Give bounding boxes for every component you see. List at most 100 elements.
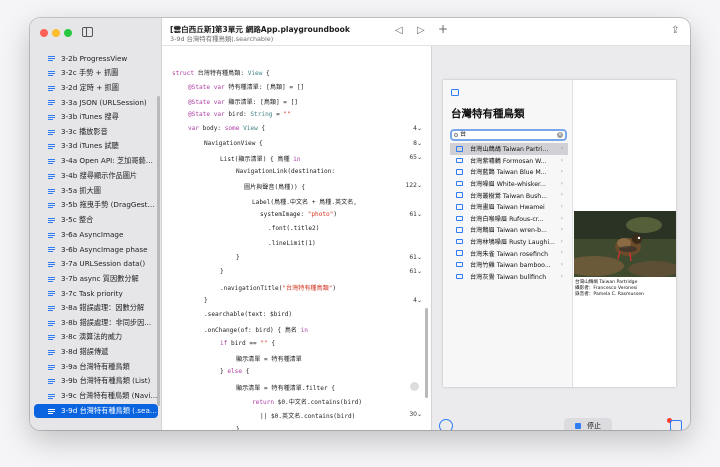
- code-line[interactable]: .onChange(of: bird) { 鳥名 in: [204, 325, 308, 339]
- page-icon: [48, 98, 55, 106]
- sidebar-item[interactable]: 3-9d 台灣特有種鳥類 (.sear...: [34, 403, 158, 419]
- sidebar-item[interactable]: 3-6b AsyncImage phase: [34, 242, 158, 257]
- stop-button[interactable]: 停止: [564, 418, 612, 430]
- code-line[interactable]: List(顯示清單) { 鳥種 in: [220, 154, 301, 168]
- sidebar-item[interactable]: 3-8a 錯誤處理：因數分解: [34, 301, 158, 316]
- sidebar-item[interactable]: 3-7a URLSession data(): [34, 257, 158, 272]
- sidebar-item[interactable]: 3-6a AsyncImage: [34, 227, 158, 242]
- code-line[interactable]: 顯示清單 = 特有種清單: [236, 354, 302, 368]
- result-badge[interactable]: 30⌄: [409, 411, 422, 418]
- gauge-icon[interactable]: [439, 419, 453, 430]
- result-badge[interactable]: 61⌄: [409, 268, 422, 275]
- code-line[interactable]: struct 台灣特有種鳥類: View {: [172, 68, 270, 82]
- code-line[interactable]: NavigationView {: [204, 140, 263, 154]
- bird-list-item[interactable]: 台灣灰鷽 Taiwan bullfinch ›: [450, 271, 568, 283]
- bird-list-item[interactable]: 台灣噪眉 White-whisker... ›: [450, 178, 568, 190]
- code-line[interactable]: var body: some View {: [188, 125, 265, 139]
- search-field[interactable]: 台 ×: [450, 129, 567, 141]
- sidebar-list: 3-2b ProgressView 3-2c 手勢 + 抓圖 3-2d 定時 + 抓…: [34, 51, 158, 419]
- live-preview: 台灣特有種鳥類 台 × 台灣山鷓鴣 Taiwan Partri... › 台灣紫嘯鶇…: [431, 46, 690, 430]
- sidebar-item[interactable]: 3-5b 拖曳手勢 (DragGesture): [34, 198, 158, 213]
- sidebar-item[interactable]: 3-9b 台灣特有種鳥類 (List): [34, 374, 158, 389]
- sidebar-item[interactable]: 3-7b async 質因數分解: [34, 271, 158, 286]
- page-icon: [48, 187, 55, 195]
- bird-list-item[interactable]: 台灣鷦眉 Taiwan wren-b... ›: [450, 224, 568, 236]
- sidebar-item[interactable]: 3-8c 演算法的威力: [34, 330, 158, 345]
- code-line[interactable]: }: [220, 268, 224, 282]
- sidebar-item[interactable]: 3-2d 定時 + 抓圖: [34, 80, 158, 95]
- photo-icon: [456, 180, 463, 187]
- sidebar-item[interactable]: 3-4a Open API: 芝加哥藝術...: [34, 154, 158, 169]
- code-line[interactable]: || $0.英文名.contains(bird): [260, 411, 355, 425]
- bird-list-item[interactable]: 台灣紫嘯鶇 Formosan W... ›: [450, 155, 568, 167]
- back-icon[interactable]: ◁: [395, 26, 403, 36]
- code-line[interactable]: return $0.中文名.contains(bird): [252, 397, 362, 411]
- sidebar-item[interactable]: 3-3d iTunes 試聽: [34, 139, 158, 154]
- code-line[interactable]: .lineLimit(1): [268, 240, 316, 254]
- editor-scrollbar[interactable]: [425, 308, 428, 398]
- bird-list-item[interactable]: 台灣朱雀 Taiwan rosefinch ›: [450, 247, 568, 259]
- code-line[interactable]: @State var 顯示清單: [鳥類] = []: [188, 97, 298, 111]
- sidebar-item[interactable]: 3-9a 台灣特有種鳥類: [34, 359, 158, 374]
- bird-list-item[interactable]: 台灣藍鵲 Taiwan Blue M... ›: [450, 166, 568, 178]
- preview-sidebar-toggle-icon[interactable]: [451, 89, 459, 96]
- bird-list-item[interactable]: 台灣竹雞 Taiwan bamboo... ›: [450, 259, 568, 271]
- code-line[interactable]: } else {: [220, 368, 249, 382]
- sidebar-item[interactable]: 3-9c 台灣特有種鳥類 (Navi...: [34, 389, 158, 404]
- code-line[interactable]: systemImage: "photo"): [260, 211, 337, 225]
- result-badge[interactable]: 122⌄: [406, 182, 422, 189]
- bird-name: 台灣白喉噪眉 Rufous-cr...: [470, 215, 544, 223]
- sidebar-item[interactable]: 3-8b 錯誤處理：非同步因...: [34, 315, 158, 330]
- share-icon[interactable]: ⇪: [671, 26, 679, 36]
- code-line[interactable]: @State var bird: String = "": [188, 111, 291, 125]
- code-line[interactable]: .navigationTitle("台灣特有種鳥類"): [220, 283, 336, 297]
- code-line[interactable]: NavigationLink(destination:: [236, 168, 335, 182]
- play-icon[interactable]: ▷: [417, 26, 425, 36]
- sidebar-item[interactable]: 3-5a 抓大圖: [34, 183, 158, 198]
- chevron-right-icon: ›: [560, 191, 563, 199]
- code-line[interactable]: if bird == "" {: [220, 340, 275, 354]
- bird-list-item[interactable]: 台灣林鴝噪眉 Rusty Laughi... ›: [450, 236, 568, 248]
- zoom-window-button[interactable]: [64, 29, 72, 37]
- result-badge[interactable]: 4⌄: [413, 297, 422, 304]
- sidebar-item[interactable]: 3-2c 手勢 + 抓圖: [34, 66, 158, 81]
- result-badge[interactable]: 65⌄: [409, 154, 422, 161]
- sidebar-scrollbar[interactable]: [157, 96, 160, 406]
- result-badge[interactable]: 61⌄: [409, 211, 422, 218]
- code-line[interactable]: }: [236, 426, 240, 431]
- minimize-window-button[interactable]: [52, 29, 60, 37]
- code-line[interactable]: Label(鳥種.中文名 + 鳥種.英文名,: [252, 197, 357, 211]
- inspector-icon[interactable]: [670, 420, 682, 430]
- result-badge[interactable]: 61⌄: [409, 254, 422, 261]
- code-line[interactable]: .searchable(text: $bird): [204, 311, 292, 325]
- hint-icon[interactable]: [410, 382, 419, 391]
- code-line[interactable]: }: [236, 254, 240, 268]
- page-icon: [48, 128, 55, 136]
- sidebar-item[interactable]: 3-3a JSON (URLSession): [34, 95, 158, 110]
- code-line[interactable]: 顯示清單 = 特有種清單.filter {: [236, 383, 335, 397]
- code-line[interactable]: .font(.title2): [268, 225, 319, 239]
- code-line[interactable]: 圖片與聲音(鳥種)) {: [244, 182, 305, 196]
- add-icon[interactable]: +: [438, 23, 448, 35]
- sidebar-item[interactable]: 3-3b iTunes 搜尋: [34, 110, 158, 125]
- page-icon: [48, 84, 55, 92]
- result-badge[interactable]: 4⌄: [413, 125, 422, 132]
- sidebar-item[interactable]: 3-8d 錯誤傳遞: [34, 345, 158, 360]
- bird-list-item[interactable]: 台灣白喉噪眉 Rufous-cr... ›: [450, 213, 568, 225]
- code-line[interactable]: }: [204, 297, 208, 311]
- bird-list-item[interactable]: 台灣叢樹鶯 Taiwan Bush... ›: [450, 189, 568, 201]
- sidebar-item[interactable]: 3-3c 播放影音: [34, 124, 158, 139]
- sidebar-item[interactable]: 3-7c Task priority: [34, 286, 158, 301]
- clear-icon[interactable]: ×: [557, 132, 563, 138]
- result-badge[interactable]: 8⌄: [413, 140, 422, 147]
- sidebar-toggle-icon[interactable]: [82, 27, 93, 37]
- sidebar-item[interactable]: 3-2b ProgressView: [34, 51, 158, 66]
- close-window-button[interactable]: [40, 29, 48, 37]
- bird-list-item[interactable]: 台灣山鷓鴣 Taiwan Partri... ›: [450, 143, 568, 155]
- sidebar-item[interactable]: 3-4b 搜尋顯示作品圖片: [34, 169, 158, 184]
- sidebar-item[interactable]: 3-5c 整合: [34, 213, 158, 228]
- code-editor[interactable]: struct 台灣特有種鳥類: View {@State var 特有種清單: …: [162, 46, 430, 430]
- code-line[interactable]: @State var 特有種清單: [鳥類] = []: [188, 82, 304, 96]
- search-query: 台: [460, 131, 467, 138]
- bird-list-item[interactable]: 台灣畫眉 Taiwan Hwamei ›: [450, 201, 568, 213]
